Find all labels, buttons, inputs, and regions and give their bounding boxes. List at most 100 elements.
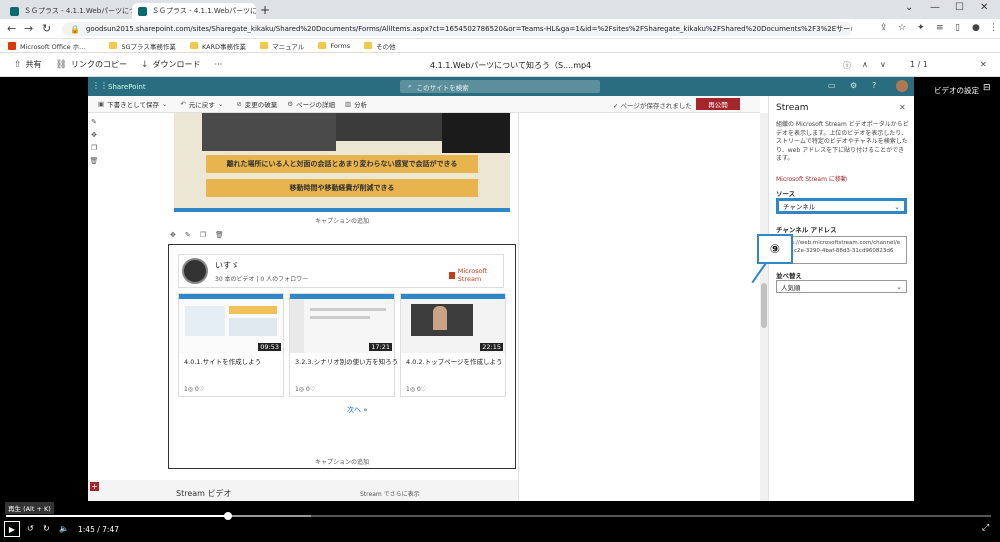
sort-dropdown[interactable]: 人気順 ⌄ [776,280,907,293]
close-window-icon[interactable]: ✕ [980,2,988,13]
edit-icon[interactable]: ✎ [91,118,97,126]
browser-tab-1[interactable]: ＳＧプラス - 4.1.1.Webパーツについ ✕ [4,3,132,19]
caption-placeholder[interactable]: キャプションの追加 [174,216,510,225]
app-launcher-icon[interactable]: ⋮⋮ [92,81,108,90]
video-card[interactable]: 17:21 3.2.3.シナリオ別の使い方を知ろう 1◎ 0♡ [289,293,398,397]
scrollbar-thumb[interactable] [761,283,767,328]
back-icon[interactable]: ← [7,22,16,35]
republish-button[interactable]: 再公開 [696,98,740,110]
analytics-label: 分析 [354,101,368,109]
forward-icon[interactable]: → [24,22,33,35]
channel-header[interactable]: いすゞ 30 本のビデオ | 0 人のフォロワー Microsoft Strea… [178,254,504,288]
sharepoint-brand[interactable]: SharePoint [108,83,146,91]
help-icon[interactable]: ? [872,81,876,90]
bookmark-folder[interactable]: Forms [318,42,350,50]
embedded-video-still[interactable]: 離れた場所にいる人と対面の会話とあまり変わらない感覚で会話ができる 移動時間や移… [174,113,510,208]
close-icon[interactable]: ✕ [899,103,906,112]
edit-icon[interactable]: ✎ [185,231,191,239]
move-icon[interactable]: ✥ [170,231,176,239]
volume-icon[interactable]: 🔈 [59,524,69,533]
settings-toggle-icon[interactable]: ⊟ [983,83,991,93]
folder-icon [189,42,198,49]
video-thumbnail: 17:21 [290,294,394,353]
stream-webpart[interactable]: いすゞ 30 本のビデオ | 0 人のフォロワー Microsoft Strea… [168,244,516,469]
bookmark-folder[interactable]: SGプラス事務作業 [109,41,176,51]
bookmark-folder[interactable]: その他 [364,41,396,51]
menu-icon[interactable]: ⋮ [989,23,998,33]
fullscreen-icon[interactable]: ⤢ [982,523,989,533]
video-card[interactable]: 09:53 4.0.1.サイトを作成しよう 1◎ 0♡ [178,293,284,397]
channel-stats: 30 本のビデオ | 0 人のフォロワー [215,276,309,283]
tab-search-icon[interactable]: ⌄ [905,2,913,13]
next-page-link[interactable]: 次へ » [347,405,368,415]
more-button[interactable]: ··· [215,60,223,69]
video-card[interactable]: 22:15 4.0.2.トップページを作成しよう 1◎ 0♡ [400,293,506,397]
extensions-icon[interactable]: ✦ [917,23,925,33]
delete-icon[interactable]: 🗑 [215,231,224,239]
bookmark-folder[interactable]: マニュアル [260,41,304,51]
analytics-button[interactable]: ▥ 分析 [345,99,367,109]
site-search-input[interactable]: ⌕ このサイトを検索 [400,80,600,93]
url-field[interactable]: 🔒 goodsun2015.sharepoint.com/sites/Share… [62,22,852,36]
chevron-down-icon: ⌄ [894,203,900,211]
column-divider [518,113,519,509]
copy-link-button[interactable]: ⛓ リンクのコピー [56,59,127,70]
download-button[interactable]: ↓ ダウンロード [141,59,201,70]
move-icon[interactable]: ✥ [91,131,97,139]
save-draft-button[interactable]: ▣ 下書きとして保存 ⌄ [98,99,170,109]
add-section-icon[interactable]: + [90,482,99,491]
info-icon[interactable]: ⓘ [843,60,851,71]
profile-icon[interactable]: ● [972,23,980,33]
caption-placeholder[interactable]: キャプションの追加 [169,457,515,466]
tab-title: ＳＧプラス - 4.1.1.Webパーツについ [24,7,132,15]
source-dropdown[interactable]: チャンネル ⌄ [776,198,907,214]
page-scrollbar[interactable] [760,113,768,509]
seek-handle[interactable] [223,512,232,520]
stream-logo-text: Microsoft Stream [457,267,488,283]
share-icon[interactable]: ⇪ [880,23,888,33]
rewind-icon[interactable]: ↺ [27,524,34,533]
new-tab-icon[interactable]: + [260,3,270,17]
video-viewer: ビデオの設定 ⊟ ⋮⋮ SharePoint ⌕ このサイトを検索 ▭ ⚙ ? … [0,77,1000,542]
bookmark-label: Microsoft Office ホ... [20,42,86,51]
page-details-button[interactable]: ⚙ ページの詳細 [287,99,335,109]
video-title: 4.0.1.サイトを作成しよう [184,358,262,366]
avatar[interactable] [896,80,908,92]
page-down-icon[interactable]: ∨ [880,60,886,69]
duplicate-icon[interactable]: ❐ [200,231,206,239]
maximize-icon[interactable]: ☐ [955,2,964,13]
video-duration: 17:21 [369,343,392,351]
sharepoint-favicon-icon [10,6,19,16]
minimize-icon[interactable]: — [930,2,940,13]
forward-skip-icon[interactable]: ↻ [43,524,50,533]
close-viewer-icon[interactable]: ✕ [980,60,987,69]
channel-address-field[interactable]: https://web.microsoftstream.com/channel/… [776,236,907,264]
viewer-command-bar: ⇧ 共有 ⛓ リンクのコピー ↓ ダウンロード ··· 4.1.1.Webパーツについ… [0,53,1000,77]
browser-tab-2[interactable]: ＳＧプラス - 4.1.1.Webパーツに ✕ [132,3,256,19]
stream-link[interactable]: Microsoft Stream に移動 [776,174,847,183]
share-button[interactable]: ⇧ 共有 [14,59,42,70]
bookmark-folder[interactable]: KARD事務作業 [189,41,246,51]
play-button[interactable]: ▶ [4,521,20,537]
delete-icon[interactable]: 🗑 [90,157,99,165]
played-bar [6,515,228,517]
bookmark-star-icon[interactable]: ☆ [898,23,906,33]
microsoft-stream-logo: Microsoft Stream [449,267,503,283]
section-more-link[interactable]: Stream でさらに表示 [360,489,420,498]
chat-icon[interactable]: ▭ [828,81,836,90]
video-thumbnail: 22:15 [401,294,505,353]
sidebar-icon[interactable]: ▯ [955,23,960,33]
seek-bar[interactable] [6,512,991,520]
reload-icon[interactable]: ↻ [42,22,51,35]
page-up-icon[interactable]: ∧ [862,60,868,69]
bookmark-office[interactable]: Microsoft Office ホ... [8,41,85,51]
reading-list-icon[interactable]: ≡ [936,23,944,33]
undo-button[interactable]: ↶ 元に戻す ⌄ [180,99,226,109]
webpart-toolbar: ✥ ✎ ❐ 🗑 [170,231,233,239]
duplicate-icon[interactable]: ❐ [91,144,97,152]
share-label: 共有 [25,60,42,69]
settings-icon[interactable]: ⚙ [850,81,857,90]
video-stats: 1◎ 0♡ [184,386,205,393]
discard-button[interactable]: ⊘ 変更の破棄 [236,99,277,109]
video-settings-label[interactable]: ビデオの設定 [934,85,979,96]
